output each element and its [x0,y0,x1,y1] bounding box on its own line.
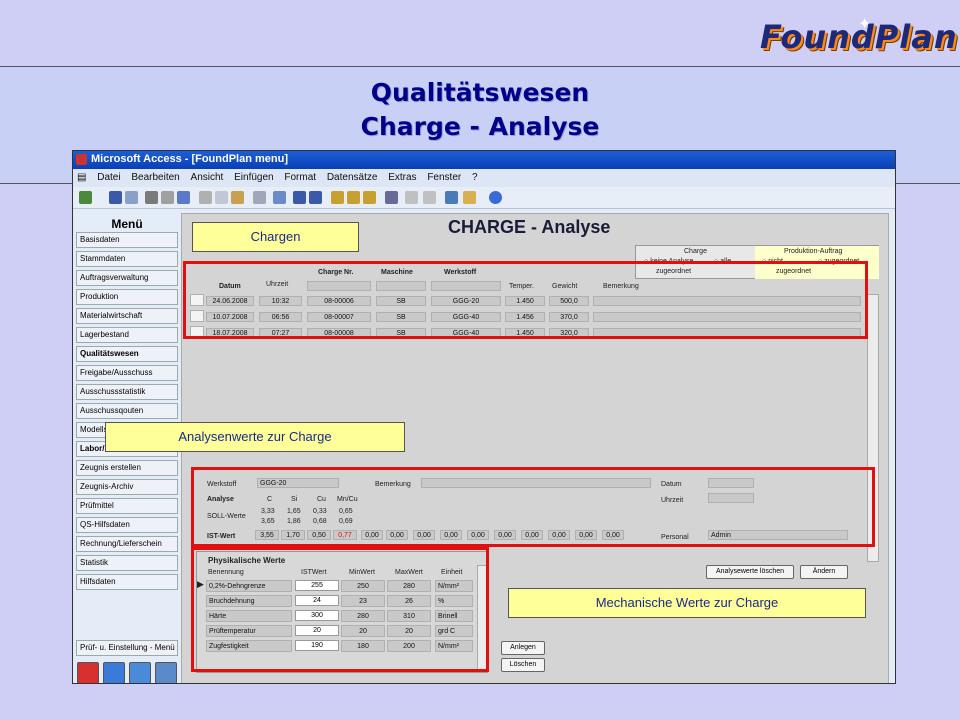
sidebar-item-qs-hilfsdaten[interactable]: QS-Hilfsdaten [76,517,178,533]
callout-mechanische: Mechanische Werte zur Charge [508,588,866,618]
sidebar-item-hilfsdaten[interactable]: Hilfsdaten [76,574,178,590]
banner-subtitle: Charge - Analyse [360,112,600,141]
sidebar-item-pruefmittel[interactable]: Prüfmittel [76,498,178,514]
menu-einfuegen[interactable]: Einfügen [234,172,273,183]
preview-icon[interactable] [161,191,174,204]
view-icon[interactable] [79,191,92,204]
undo-icon[interactable] [253,191,266,204]
pruef-einstellung-button[interactable]: Prüf- u. Einstellung - Menü [76,640,178,656]
database-window-icon[interactable] [445,191,458,204]
filter-form-icon[interactable] [347,191,360,204]
sort-desc-icon[interactable] [309,191,322,204]
auftrag-header: Produktion-Auftrag [784,248,843,255]
menu-help[interactable]: ? [472,172,478,183]
paste-icon[interactable] [231,191,244,204]
menu-datensaetze[interactable]: Datensätze [327,172,378,183]
hyperlink-icon[interactable] [273,191,286,204]
callout-analysenwerte: Analysenwerte zur Charge [105,422,405,452]
filter-icon[interactable] [331,191,344,204]
menu-extras[interactable]: Extras [388,172,416,183]
access-icon [76,154,87,165]
form-title: CHARGE - Analyse [448,217,611,237]
menu-format[interactable]: Format [284,172,316,183]
anlegen-button[interactable]: Anlegen [501,641,545,655]
print-icon[interactable] [145,191,158,204]
power-icon[interactable] [77,662,99,683]
sidebar-item-auftragsverwaltung[interactable]: Auftragsverwaltung [76,270,178,286]
callout-chargen: Chargen [192,222,359,252]
loeschen-button[interactable]: Löschen [501,658,545,672]
find-icon[interactable] [385,191,398,204]
network-icon[interactable] [129,662,151,683]
highlight-chargen [183,261,868,339]
save-icon[interactable] [109,191,122,204]
banner-title: Qualitätswesen [370,78,590,107]
menu-fenster[interactable]: Fenster [427,172,461,183]
highlight-analysenwerte [191,467,875,547]
delete-record-icon[interactable] [423,191,436,204]
menu-icon[interactable]: ▤ [77,172,86,183]
analysewerte-loeschen-button[interactable]: Analysewerte löschen [706,565,794,579]
menu-ansicht[interactable]: Ansicht [191,172,224,183]
cut-icon[interactable] [199,191,212,204]
sidebar-item-zeugnis-erstellen[interactable]: Zeugnis erstellen [76,460,178,476]
new-object-icon[interactable] [463,191,476,204]
sidebar-item-statistik[interactable]: Statistik [76,555,178,571]
sidebar-item-ausschussstatistik[interactable]: Ausschussstatistik [76,384,178,400]
aendern-button[interactable]: Ändern [800,565,848,579]
menubar: ▤ Datei Bearbeiten Ansicht Einfügen Form… [73,169,895,187]
menu-datei[interactable]: Datei [97,172,120,183]
sidebar-item-freigabe[interactable]: Freigabe/Ausschuss [76,365,178,381]
help-icon[interactable] [489,191,502,204]
sidebar-item-ausschussqouten[interactable]: Ausschussqouten [76,403,178,419]
sidebar-item-qualitaetswesen[interactable]: Qualitätswesen [76,346,178,362]
sparkle-icon: ✦ [858,16,872,33]
toolbar [73,187,895,209]
sidebar-item-produktion[interactable]: Produktion [76,289,178,305]
new-record-icon[interactable] [405,191,418,204]
highlight-mechanische [191,547,489,672]
apply-filter-icon[interactable] [363,191,376,204]
sidebar-item-zeugnis-archiv[interactable]: Zeugnis-Archiv [76,479,178,495]
sidebar-item-materialwirtschaft[interactable]: Materialwirtschaft [76,308,178,324]
window-titlebar: Microsoft Access - [FoundPlan menu] [73,151,895,169]
charge-header: Charge [684,248,707,255]
search-icon[interactable] [125,191,138,204]
sidebar-item-rechnung[interactable]: Rechnung/Lieferschein [76,536,178,552]
spelling-icon[interactable] [177,191,190,204]
sidebar-item-stammdaten[interactable]: Stammdaten [76,251,178,267]
window-icon[interactable] [155,662,177,683]
sidebar-item-lagerbestand[interactable]: Lagerbestand [76,327,178,343]
sort-asc-icon[interactable] [293,191,306,204]
sidebar-heading: Menü [111,217,143,231]
menu-bearbeiten[interactable]: Bearbeiten [131,172,179,183]
window-title: Microsoft Access - [FoundPlan menu] [91,153,289,165]
sidebar-item-basisdaten[interactable]: Basisdaten [76,232,178,248]
globe-icon[interactable] [103,662,125,683]
copy-icon[interactable] [215,191,228,204]
